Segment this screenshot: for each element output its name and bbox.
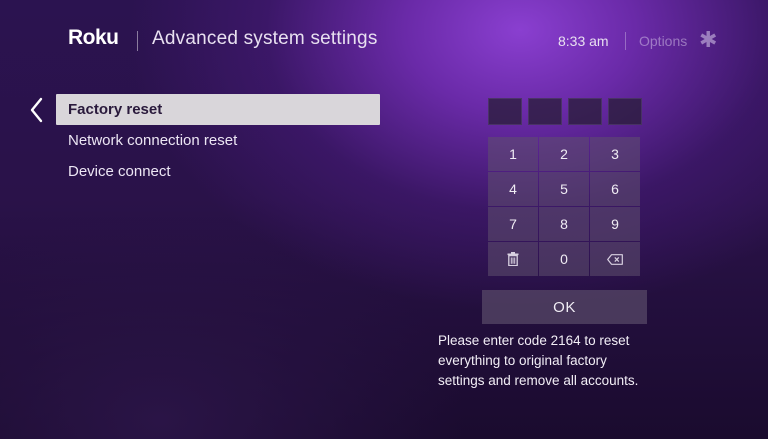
code-slot-2	[528, 98, 562, 125]
page-title: Advanced system settings	[152, 28, 378, 49]
keypad-clear-button[interactable]	[488, 242, 538, 276]
header-divider	[137, 31, 138, 51]
code-slot-1	[488, 98, 522, 125]
chevron-left-icon[interactable]	[28, 97, 46, 123]
keypad-key-7[interactable]: 7	[488, 207, 538, 241]
header-bar: Roku Advanced system settings 8:33 am Op…	[0, 0, 768, 80]
instruction-line-2: everything to original factory	[438, 353, 607, 368]
instruction-line-1: Please enter code 2164 to reset	[438, 333, 630, 348]
keypad-key-6[interactable]: 6	[590, 172, 640, 206]
asterisk-icon[interactable]: ✱	[699, 28, 717, 53]
keypad-key-4[interactable]: 4	[488, 172, 538, 206]
keypad-key-8[interactable]: 8	[539, 207, 589, 241]
instruction-line-3: settings and remove all accounts.	[438, 373, 639, 388]
header-divider-right	[625, 32, 626, 50]
roku-logo: Roku	[68, 26, 119, 49]
backspace-icon	[607, 253, 623, 265]
keypad-key-1[interactable]: 1	[488, 137, 538, 171]
keypad-key-5[interactable]: 5	[539, 172, 589, 206]
ok-button[interactable]: OK	[482, 290, 647, 324]
code-slot-4	[608, 98, 642, 125]
keypad-key-2[interactable]: 2	[539, 137, 589, 171]
menu-item-device-connect[interactable]: Device connect	[56, 156, 380, 187]
reset-instructions: Please enter code 2164 to reset everythi…	[438, 331, 738, 391]
menu-item-factory-reset[interactable]: Factory reset	[56, 94, 380, 125]
clock-time: 8:33 am	[558, 33, 609, 49]
settings-menu: Factory reset Network connection reset D…	[56, 94, 380, 187]
options-label[interactable]: Options	[639, 33, 687, 49]
code-entry	[488, 98, 642, 125]
keypad-key-3[interactable]: 3	[590, 137, 640, 171]
trash-icon	[507, 252, 519, 266]
keypad-backspace-button[interactable]	[590, 242, 640, 276]
code-slot-3	[568, 98, 602, 125]
keypad-key-0[interactable]: 0	[539, 242, 589, 276]
number-keypad: 1 2 3 4 5 6 7 8 9 0	[488, 137, 641, 277]
menu-item-network-connection-reset[interactable]: Network connection reset	[56, 125, 380, 156]
keypad-key-9[interactable]: 9	[590, 207, 640, 241]
